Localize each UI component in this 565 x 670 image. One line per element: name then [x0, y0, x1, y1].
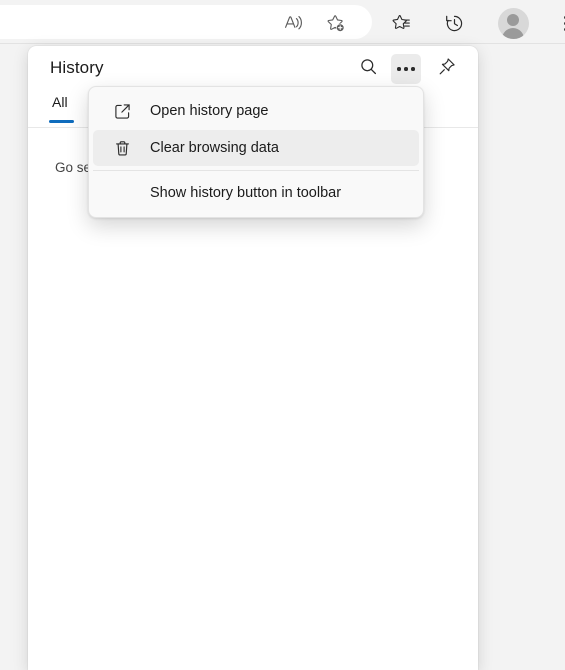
menu-item-open-history-page[interactable]: Open history page	[93, 93, 419, 129]
history-clock-icon	[444, 13, 465, 34]
open-external-icon	[111, 100, 133, 122]
favorites-star-list-icon	[391, 13, 412, 34]
history-pin-button[interactable]	[432, 54, 462, 84]
more-horizontal-icon	[397, 67, 415, 71]
menu-item-label: Open history page	[150, 103, 269, 119]
add-to-favorites-button[interactable]	[320, 8, 350, 38]
pin-icon	[437, 57, 457, 82]
tab-all-selected-indicator	[49, 120, 74, 123]
history-button[interactable]	[439, 8, 469, 38]
menu-item-clear-browsing-data[interactable]: Clear browsing data	[93, 130, 419, 166]
read-aloud-icon	[283, 13, 303, 33]
history-more-options-button[interactable]	[391, 54, 421, 84]
menu-item-show-history-button-in-toolbar[interactable]: Show history button in toolbar	[93, 175, 419, 211]
menu-item-label: Show history button in toolbar	[150, 185, 342, 201]
history-search-button[interactable]	[353, 54, 383, 84]
menu-separator	[93, 170, 419, 171]
search-icon	[359, 57, 378, 81]
favorites-button[interactable]	[386, 8, 416, 38]
settings-and-more-button[interactable]	[551, 8, 565, 38]
address-bar[interactable]	[0, 5, 372, 39]
profile-avatar-icon	[497, 7, 529, 39]
star-add-icon	[325, 13, 346, 34]
menu-item-label: Clear browsing data	[150, 140, 279, 156]
read-aloud-button[interactable]	[278, 8, 308, 38]
history-context-menu: Open history page Clear browsing data Sh…	[88, 86, 424, 218]
profile-button[interactable]	[497, 7, 529, 39]
browser-toolbar	[0, 0, 565, 43]
tab-all[interactable]: All	[50, 94, 70, 118]
history-panel-title: History	[50, 58, 104, 77]
trash-icon	[111, 137, 133, 159]
